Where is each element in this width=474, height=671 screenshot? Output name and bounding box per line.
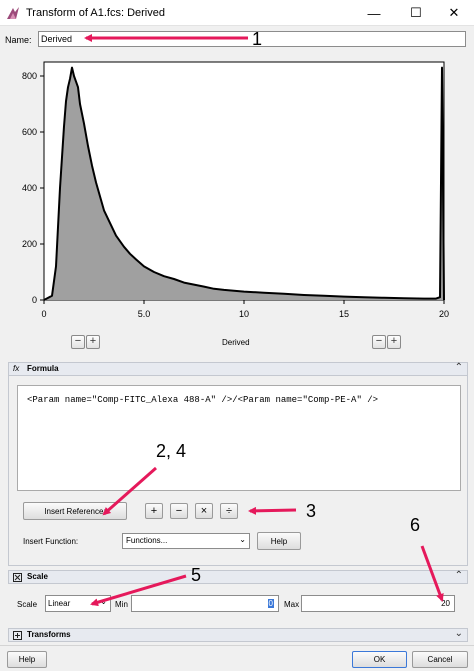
transforms-header-label: Transforms xyxy=(27,630,71,639)
y-tick-label: 200 xyxy=(22,239,37,249)
min-input[interactable]: 0 xyxy=(131,595,279,612)
x-tick-label: 10 xyxy=(239,309,249,319)
cancel-button[interactable]: Cancel xyxy=(412,651,468,668)
collapse-chevron-icon[interactable]: ⌃ xyxy=(455,362,463,373)
chart-layer: 0 5.0 10 15 200200400600800 xyxy=(22,61,449,319)
max-label: Max xyxy=(284,600,300,609)
chevron-down-icon: ⌄ xyxy=(239,535,246,544)
x-range-plus-right-button[interactable]: + xyxy=(387,335,401,349)
formula-expression: <Param name="Comp-FITC_Alexa 488-A" />/<… xyxy=(27,395,379,405)
plus-operator-button[interactable]: + xyxy=(145,503,163,519)
chevron-down-icon: ⌄ xyxy=(100,597,107,606)
x-range-plus-left-button[interactable]: + xyxy=(86,335,100,349)
scale-label: Scale xyxy=(17,600,38,609)
min-label: Min xyxy=(115,600,128,609)
x-tick-label: 15 xyxy=(339,309,349,319)
histogram-chart: 0 5.0 10 15 200200400600800 xyxy=(22,61,449,319)
max-input[interactable]: 20 xyxy=(301,595,455,612)
insert-function-label: Insert Function: xyxy=(23,537,79,546)
scale-dropdown[interactable]: Linear ⌄ xyxy=(45,595,111,612)
help-button[interactable]: Help xyxy=(7,651,47,668)
multiply-operator-button[interactable]: × xyxy=(195,503,213,519)
transforms-icon xyxy=(13,631,22,640)
scale-dropdown-value: Linear xyxy=(48,599,71,608)
max-value: 20 xyxy=(441,599,450,608)
scale-icon xyxy=(13,573,22,582)
x-tick-label: 20 xyxy=(439,309,449,319)
title-bar: Transform of A1.fcs: Derived — ☐ ✕ xyxy=(0,0,474,26)
dialog-footer: Help OK Cancel xyxy=(0,645,474,671)
y-tick-label: 0 xyxy=(32,295,37,305)
x-range-minus-left-button[interactable]: − xyxy=(71,335,85,349)
function-help-button[interactable]: Help xyxy=(257,532,301,550)
collapse-chevron-icon[interactable]: ⌃ xyxy=(455,570,463,581)
y-tick-label: 400 xyxy=(22,183,37,193)
function-icon: fx xyxy=(13,364,20,373)
functions-dropdown[interactable]: Functions... ⌄ xyxy=(122,533,250,549)
name-label: Name: xyxy=(5,35,32,45)
x-axis-label: Derived xyxy=(222,338,250,347)
insert-reference-button[interactable]: Insert Reference: xyxy=(23,502,127,520)
scale-section-header[interactable]: Scale ⌃ xyxy=(8,570,468,584)
app-icon xyxy=(7,7,19,19)
formula-section-header[interactable]: fx Formula ⌃ xyxy=(8,362,468,376)
x-tick-label: 5.0 xyxy=(138,309,151,319)
x-tick-label: 0 xyxy=(41,309,46,319)
min-value: 0 xyxy=(267,599,274,608)
x-range-minus-right-button[interactable]: − xyxy=(372,335,386,349)
maximize-button[interactable]: ☐ xyxy=(396,0,436,26)
y-tick-label: 600 xyxy=(22,127,37,137)
formula-header-label: Formula xyxy=(27,364,59,373)
window-title: Transform of A1.fcs: Derived xyxy=(26,7,165,19)
close-button[interactable]: ✕ xyxy=(434,0,474,26)
functions-dropdown-value: Functions... xyxy=(126,536,168,545)
divide-operator-button[interactable]: ÷ xyxy=(220,503,238,519)
expand-chevron-icon[interactable]: ⌄ xyxy=(455,628,463,639)
name-input[interactable] xyxy=(38,31,466,47)
minimize-button[interactable]: — xyxy=(354,0,394,26)
scale-header-label: Scale xyxy=(27,572,48,581)
y-tick-label: 800 xyxy=(22,71,37,81)
transforms-section-header[interactable]: Transforms ⌄ xyxy=(8,628,468,642)
ok-button[interactable]: OK xyxy=(352,651,407,668)
minus-operator-button[interactable]: − xyxy=(170,503,188,519)
